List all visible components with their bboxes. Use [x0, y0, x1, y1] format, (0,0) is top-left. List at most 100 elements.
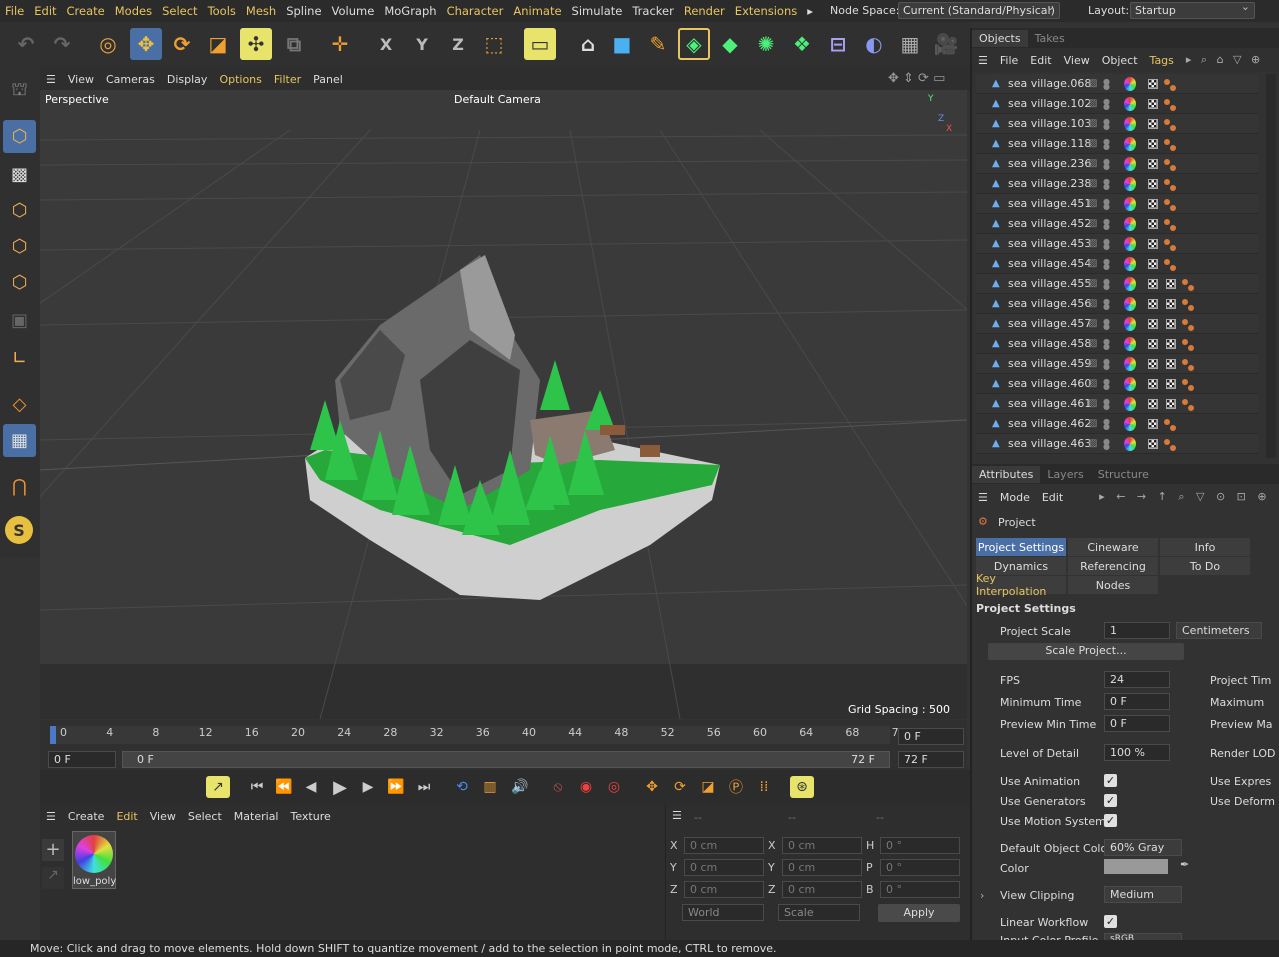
key-pla-icon[interactable]: ⁞⁞ — [752, 776, 776, 798]
selection-tag-icon[interactable] — [1188, 385, 1194, 391]
object-name[interactable]: sea village.068 — [1008, 77, 1091, 90]
layer-icon[interactable]: ▨ — [1088, 358, 1097, 369]
coord-hamburger-icon[interactable]: ☰ — [672, 809, 682, 822]
menu-spline[interactable]: Spline — [281, 4, 326, 18]
layer-icon[interactable]: ▨ — [1088, 98, 1097, 109]
cloner-icon[interactable]: ✺ — [750, 28, 782, 60]
selection-tag-icon[interactable] — [1164, 419, 1170, 425]
next-key-icon[interactable]: ⏩ — [384, 776, 408, 798]
coord-value-field[interactable]: 0 ° — [880, 837, 960, 854]
object-name[interactable]: sea village.238 — [1008, 177, 1091, 190]
selection-tag-icon[interactable] — [1182, 379, 1188, 385]
menu-edit[interactable]: Edit — [29, 4, 61, 18]
ptab-project-settings[interactable]: Project Settings — [976, 538, 1066, 556]
selection-tag-icon[interactable] — [1188, 305, 1194, 311]
selection-tag-icon[interactable] — [1164, 219, 1170, 225]
keyframe-selection-icon[interactable]: ◎ — [602, 776, 626, 798]
object-row[interactable]: ▲ sea village.102 ▨ ● ● — [976, 94, 1258, 114]
material-tag-icon[interactable] — [1124, 256, 1136, 271]
object-row[interactable]: ▲ sea village.454 ▨ ● ● — [976, 254, 1258, 274]
viewport-menu-cameras[interactable]: Cameras — [100, 73, 161, 86]
checker-tag-icon[interactable] — [1166, 338, 1176, 349]
coord-value-field[interactable]: 0 ° — [880, 859, 960, 876]
make-editable-icon[interactable]: ⛫ — [3, 74, 36, 107]
key-scale-icon[interactable]: ◪ — [696, 776, 720, 798]
menu-extensions[interactable]: Extensions — [730, 4, 802, 18]
go-to-start-icon[interactable]: ⏮ — [245, 776, 269, 798]
checker-tag-icon[interactable] — [1148, 298, 1158, 309]
object-name[interactable]: sea village.102 — [1008, 97, 1091, 110]
objects-menu-object[interactable]: Object — [1096, 54, 1144, 67]
menu-create[interactable]: Create — [62, 4, 110, 18]
ptab-referencing[interactable]: Referencing — [1068, 557, 1158, 575]
visibility-dots-icon[interactable]: ● ● — [1103, 157, 1110, 170]
autokey-icon[interactable]: ◉ — [574, 776, 598, 798]
visibility-dots-icon[interactable]: ● ● — [1103, 137, 1110, 150]
color-swatch[interactable] — [1104, 859, 1168, 874]
objects-menu-edit[interactable]: Edit — [1024, 54, 1057, 67]
eyedropper-icon[interactable]: ✒ — [1180, 858, 1189, 871]
visibility-dots-icon[interactable]: ● ● — [1103, 77, 1110, 90]
view-clipping-expand-icon[interactable]: › — [980, 889, 984, 902]
field-icon[interactable]: ◐ — [858, 28, 890, 60]
material-menu-texture[interactable]: Texture — [284, 810, 336, 823]
end-frame-field[interactable]: 72 F — [898, 751, 964, 768]
checker-tag-icon[interactable] — [1166, 298, 1176, 309]
coord-mode-world[interactable]: World — [682, 904, 764, 921]
snap-icon[interactable]: ⧉ — [278, 28, 310, 60]
ptab-cineware[interactable]: Cineware — [1068, 538, 1158, 556]
coord-value-field[interactable]: 0 ° — [880, 881, 960, 898]
coord-value-field[interactable]: 0 cm — [684, 859, 764, 876]
material-tag-icon[interactable] — [1124, 216, 1136, 231]
checker-tag-icon[interactable] — [1148, 98, 1158, 109]
checker-tag-icon[interactable] — [1166, 358, 1176, 369]
object-name[interactable]: sea village.462 — [1008, 417, 1091, 430]
selection-tag-icon[interactable] — [1182, 359, 1188, 365]
material-menu-edit[interactable]: Edit — [110, 810, 143, 823]
coordinate-system-icon[interactable]: ⬚ — [478, 28, 510, 60]
object-row[interactable]: ▲ sea village.462 ▨ ● ● — [976, 414, 1258, 434]
menu-tools[interactable]: Tools — [203, 4, 241, 18]
selection-tag-icon[interactable] — [1164, 79, 1170, 85]
viewport-nav-icons[interactable]: ✥ ⇕ ⟳ ▭ — [888, 71, 945, 86]
loop-icon[interactable]: ⟲ — [450, 776, 474, 798]
menu-select[interactable]: Select — [157, 4, 202, 18]
selection-tag-icon[interactable] — [1170, 425, 1176, 431]
ptab-nodes[interactable]: Nodes — [1068, 576, 1158, 594]
selection-tag-icon[interactable] — [1164, 99, 1170, 105]
object-row[interactable]: ▲ sea village.451 ▨ ● ● — [976, 194, 1258, 214]
visibility-dots-icon[interactable]: ● ● — [1103, 377, 1110, 390]
checker-tag-icon[interactable] — [1148, 358, 1158, 369]
project-scale-field[interactable]: 1 — [1104, 622, 1170, 639]
layer-icon[interactable]: ▨ — [1088, 378, 1097, 389]
default-color-dropdown[interactable]: 60% Gray — [1104, 839, 1182, 856]
menu-file[interactable]: File — [0, 4, 29, 18]
layer-icon[interactable]: ▨ — [1088, 418, 1097, 429]
coord-value-field[interactable]: 0 cm — [684, 837, 764, 854]
menu-mograph[interactable]: MoGraph — [379, 4, 441, 18]
go-to-end-icon[interactable]: ⏭ — [412, 776, 436, 798]
material-tag-icon[interactable] — [1124, 96, 1136, 111]
selection-tag-icon[interactable] — [1170, 185, 1176, 191]
linear-workflow-checkbox[interactable]: ✓ — [1104, 915, 1117, 928]
visibility-dots-icon[interactable]: ● ● — [1103, 417, 1110, 430]
objects-hamburger-icon[interactable]: ☰ — [972, 54, 994, 67]
attributes-menu-edit[interactable]: Edit — [1036, 491, 1069, 504]
checker-tag-icon[interactable] — [1148, 138, 1158, 149]
live-selection-icon[interactable]: ◎ — [92, 28, 124, 60]
selection-tag-icon[interactable] — [1170, 225, 1176, 231]
timeline[interactable]: 04812162024283236404448525660646872 0 F … — [40, 720, 967, 770]
object-row[interactable]: ▲ sea village.118 ▨ ● ● — [976, 134, 1258, 154]
material-swatch-low-poly[interactable]: low_poly — [72, 831, 116, 889]
material-menu-view[interactable]: View — [144, 810, 182, 823]
play-icon[interactable]: ▶ — [328, 776, 352, 798]
selection-tag-icon[interactable] — [1182, 279, 1188, 285]
object-row[interactable]: ▲ sea village.456 ▨ ● ● — [976, 294, 1258, 314]
material-tag-icon[interactable] — [1124, 156, 1136, 171]
rotate-tool-icon[interactable]: ⟳ — [166, 28, 198, 60]
checker-tag-icon[interactable] — [1148, 338, 1158, 349]
selection-tag-icon[interactable] — [1170, 165, 1176, 171]
menu-volume[interactable]: Volume — [327, 4, 380, 18]
checker-tag-icon[interactable] — [1148, 418, 1158, 429]
add-material-icon[interactable]: + — [42, 839, 64, 861]
